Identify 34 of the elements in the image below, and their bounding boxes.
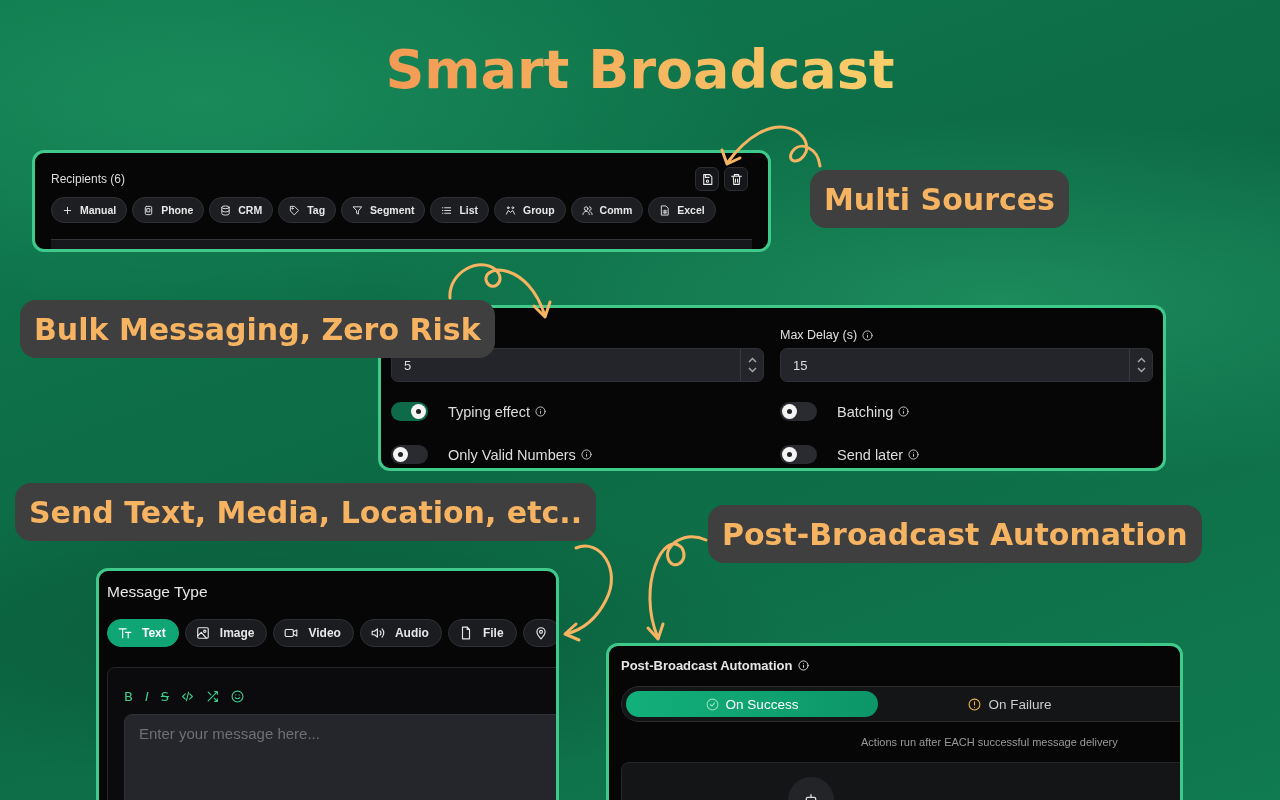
source-chip[interactable]: CRM	[209, 197, 274, 223]
source-chip[interactable]: Comm	[570, 197, 644, 223]
source-chip[interactable]: Manual	[51, 197, 128, 223]
toggle-label: Typing effect	[448, 403, 530, 420]
number-field[interactable]: 15	[780, 348, 1153, 382]
tab[interactable]: On Failure	[884, 691, 1136, 717]
source-chip[interactable]: Segment	[341, 197, 426, 223]
callout-label: Send Text, Media, Location, etc..	[15, 483, 597, 541]
callout-label: Multi Sources	[810, 170, 1069, 228]
callout-label: Bulk Messaging, Zero Risk	[20, 300, 495, 358]
source-chip[interactable]: Excel	[648, 197, 716, 223]
message-type-chip[interactable]: Image	[184, 619, 268, 647]
message-type-chip[interactable]: Audio	[359, 619, 442, 647]
source-chip[interactable]: Group	[494, 197, 566, 223]
field-label: Max Delay (s)	[780, 328, 858, 342]
format-button[interactable]: B	[124, 688, 133, 704]
format-button[interactable]: I	[144, 688, 149, 704]
callout-label: Post-Broadcast Automation	[708, 505, 1202, 563]
toggle-label: Batching	[837, 403, 894, 420]
message-type-chip[interactable]: File	[447, 619, 517, 647]
panel-title: Recipients (6)	[51, 172, 126, 186]
hint-text: Actions run after EACH successful message delivery	[861, 736, 1119, 748]
source-chip[interactable]: List	[430, 197, 490, 223]
panel-title: Message Type	[107, 583, 209, 601]
source-chip[interactable]: Phone	[132, 197, 205, 223]
toggle-label: Send later	[837, 446, 904, 463]
toggle-label: Only Valid Numbers	[448, 446, 576, 463]
panel-title: Post-Broadcast Automation	[621, 658, 793, 673]
number-field[interactable]: 5	[391, 348, 764, 382]
format-button[interactable]: S	[160, 688, 170, 704]
message-input[interactable]: Enter your message here...	[124, 714, 556, 800]
source-chip[interactable]: Tag	[278, 197, 337, 223]
number-input[interactable]: 15	[793, 349, 1129, 381]
message-type-chip[interactable]: Video	[273, 619, 354, 647]
